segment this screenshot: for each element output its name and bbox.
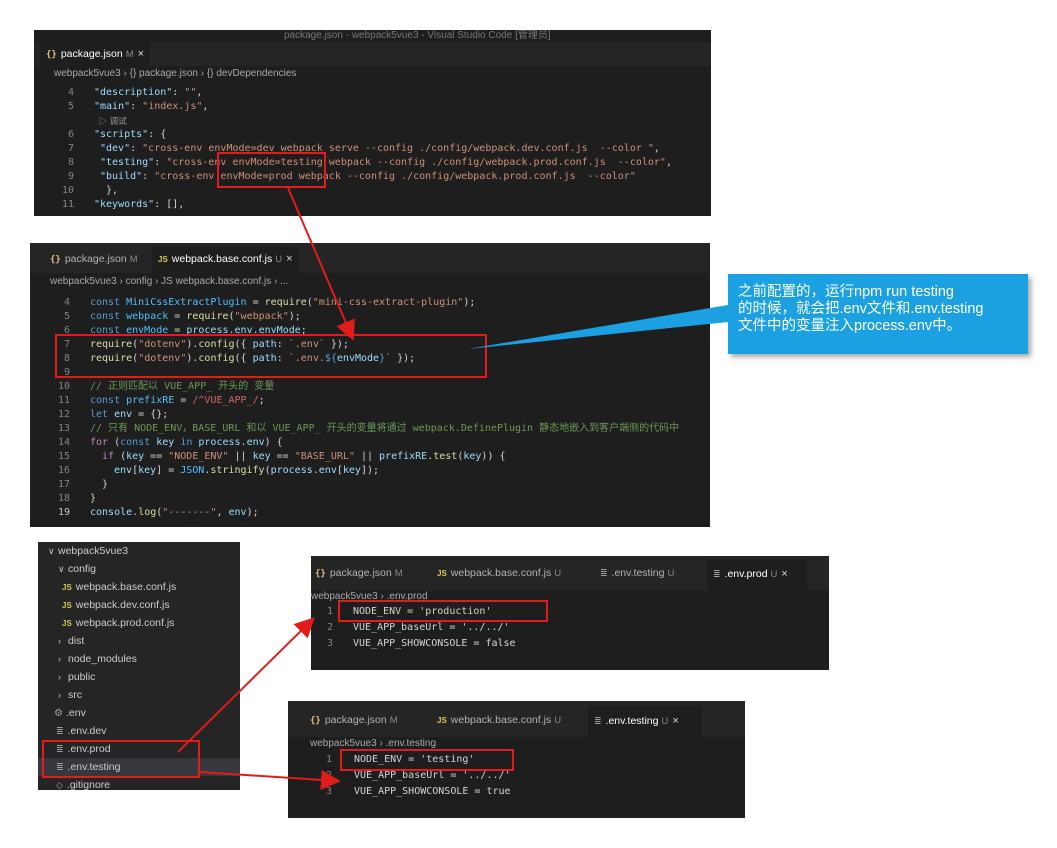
arrow-envmode-to-dotenv	[287, 187, 355, 341]
annotation-arrows	[177, 187, 728, 790]
arrow-prod-to-file	[177, 617, 315, 753]
callout-pointer	[468, 305, 728, 349]
arrow-testing-to-file	[199, 769, 341, 790]
